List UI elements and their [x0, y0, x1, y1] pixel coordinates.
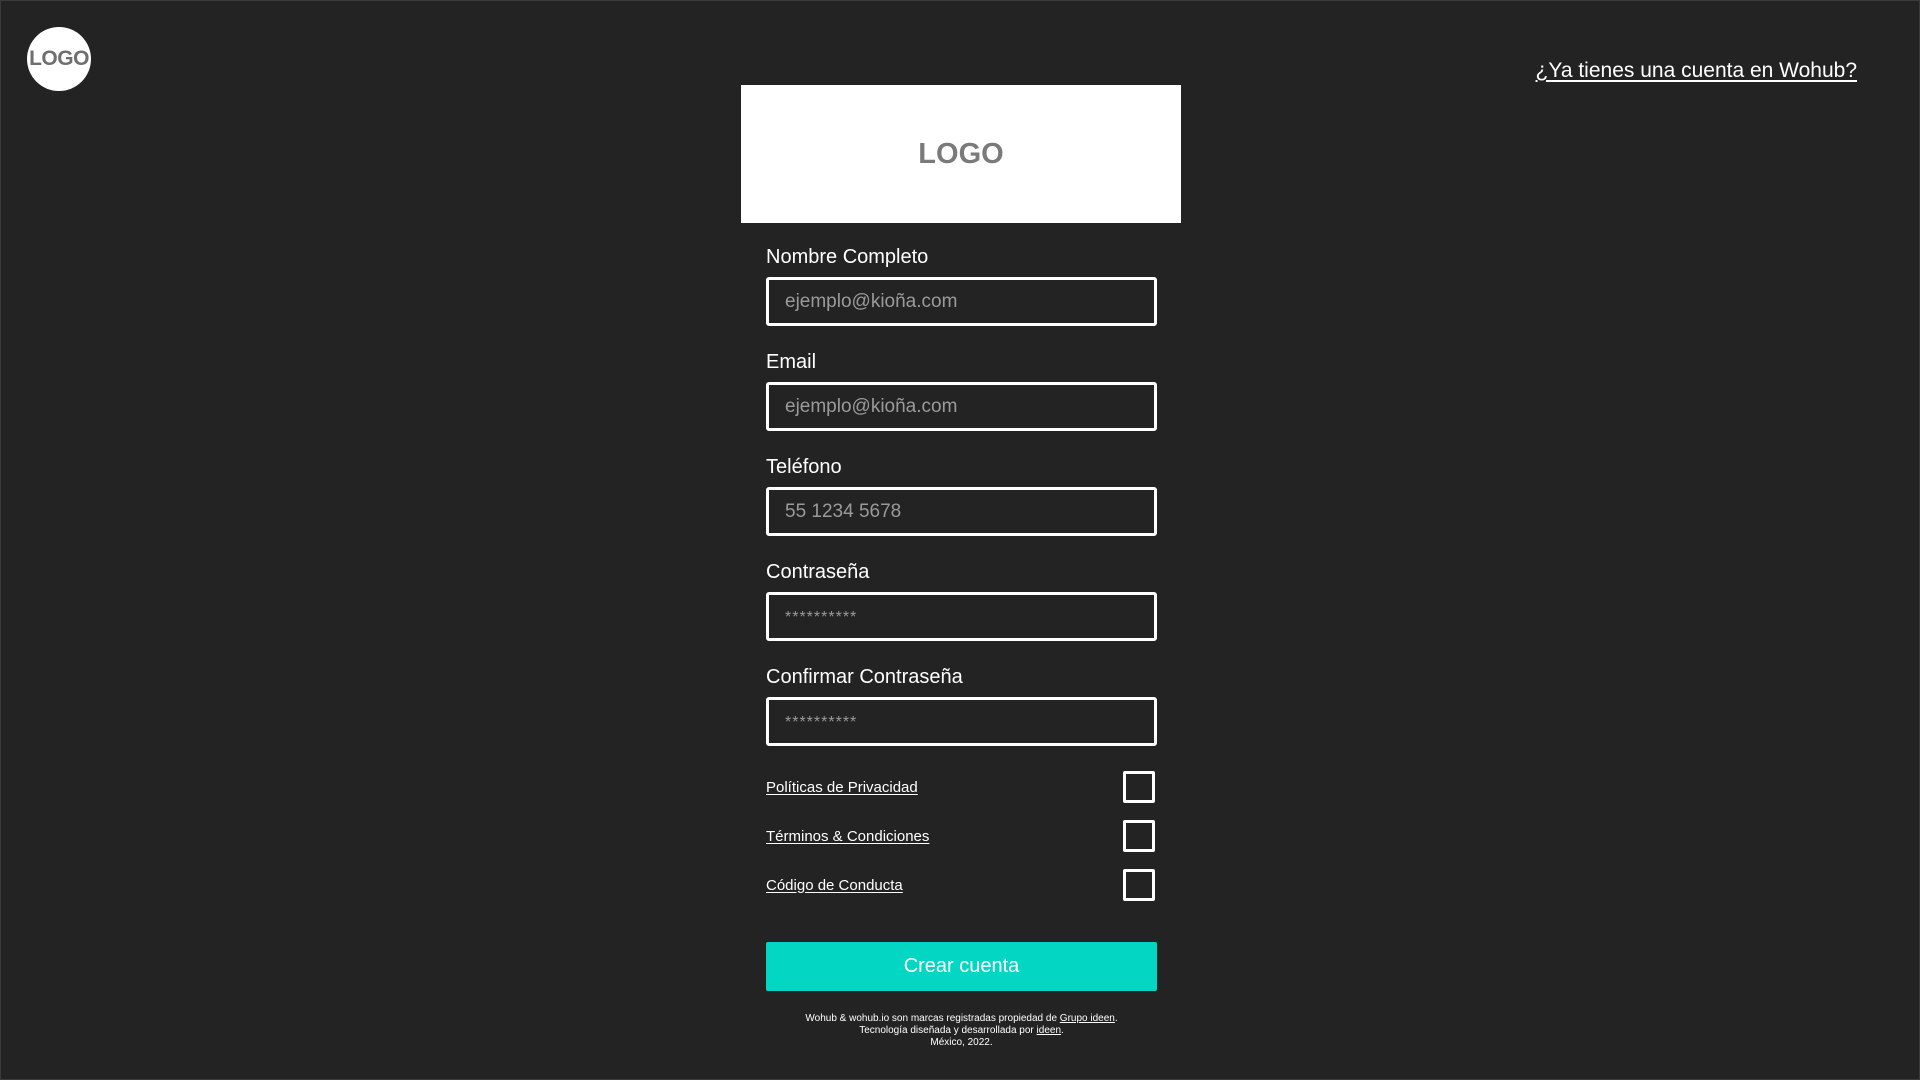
footer-line-2: Tecnología diseñada y desarrollada por i… [766, 1025, 1157, 1037]
footer-line-1-text: Wohub & wohub.io son marcas registradas … [805, 1013, 1060, 1024]
email-field: Email [766, 350, 1157, 431]
email-input[interactable] [766, 382, 1157, 431]
privacy-policy-link[interactable]: Políticas de Privacidad [766, 779, 918, 796]
confirm-password-label: Confirmar Contraseña [766, 666, 963, 688]
terms-conditions-checkbox[interactable] [1123, 820, 1155, 852]
agreements-list: Políticas de Privacidad Términos & Condi… [766, 770, 1157, 902]
phone-field: Teléfono [766, 455, 1157, 536]
full-name-label: Nombre Completo [766, 246, 929, 268]
email-label: Email [766, 351, 817, 373]
privacy-policy-row: Políticas de Privacidad [766, 770, 1157, 804]
corner-logo[interactable]: LOGO [27, 27, 91, 91]
full-name-field: Nombre Completo [766, 245, 1157, 326]
phone-input[interactable] [766, 487, 1157, 536]
code-of-conduct-link[interactable]: Código de Conducta [766, 877, 903, 894]
footer-line-2-text: Tecnología diseñada y desarrollada por [859, 1025, 1037, 1036]
phone-label: Teléfono [766, 456, 842, 478]
footer-line-2-end: . [1061, 1025, 1064, 1036]
footer-line-1: Wohub & wohub.io son marcas registradas … [766, 1013, 1157, 1025]
password-label: Contraseña [766, 561, 870, 583]
login-link[interactable]: ¿Ya tienes una cuenta en Wohub? [1536, 59, 1857, 83]
code-of-conduct-checkbox[interactable] [1123, 869, 1155, 901]
privacy-policy-checkbox[interactable] [1123, 771, 1155, 803]
grupo-ideen-link[interactable]: Grupo ideen [1060, 1013, 1115, 1024]
ideen-link[interactable]: ideen [1037, 1025, 1061, 1036]
footer-line-1-end: . [1114, 1013, 1118, 1024]
code-of-conduct-row: Código de Conducta [766, 868, 1157, 902]
terms-conditions-link[interactable]: Términos & Condiciones [766, 828, 929, 845]
footer-line-3: México, 2022. [930, 1037, 993, 1048]
password-input[interactable] [766, 592, 1157, 641]
terms-conditions-row: Términos & Condiciones [766, 819, 1157, 853]
confirm-password-input[interactable] [766, 697, 1157, 746]
full-name-input[interactable] [766, 277, 1157, 326]
confirm-password-field: Confirmar Contraseña [766, 665, 1157, 746]
footer-legal: Wohub & wohub.io son marcas registradas … [766, 1013, 1157, 1049]
password-field: Contraseña [766, 560, 1157, 641]
signup-form: Nombre Completo Email Teléfono Contraseñ… [766, 245, 1157, 1049]
create-account-button[interactable]: Crear cuenta [766, 942, 1157, 991]
brand-logo: LOGO [741, 85, 1181, 223]
